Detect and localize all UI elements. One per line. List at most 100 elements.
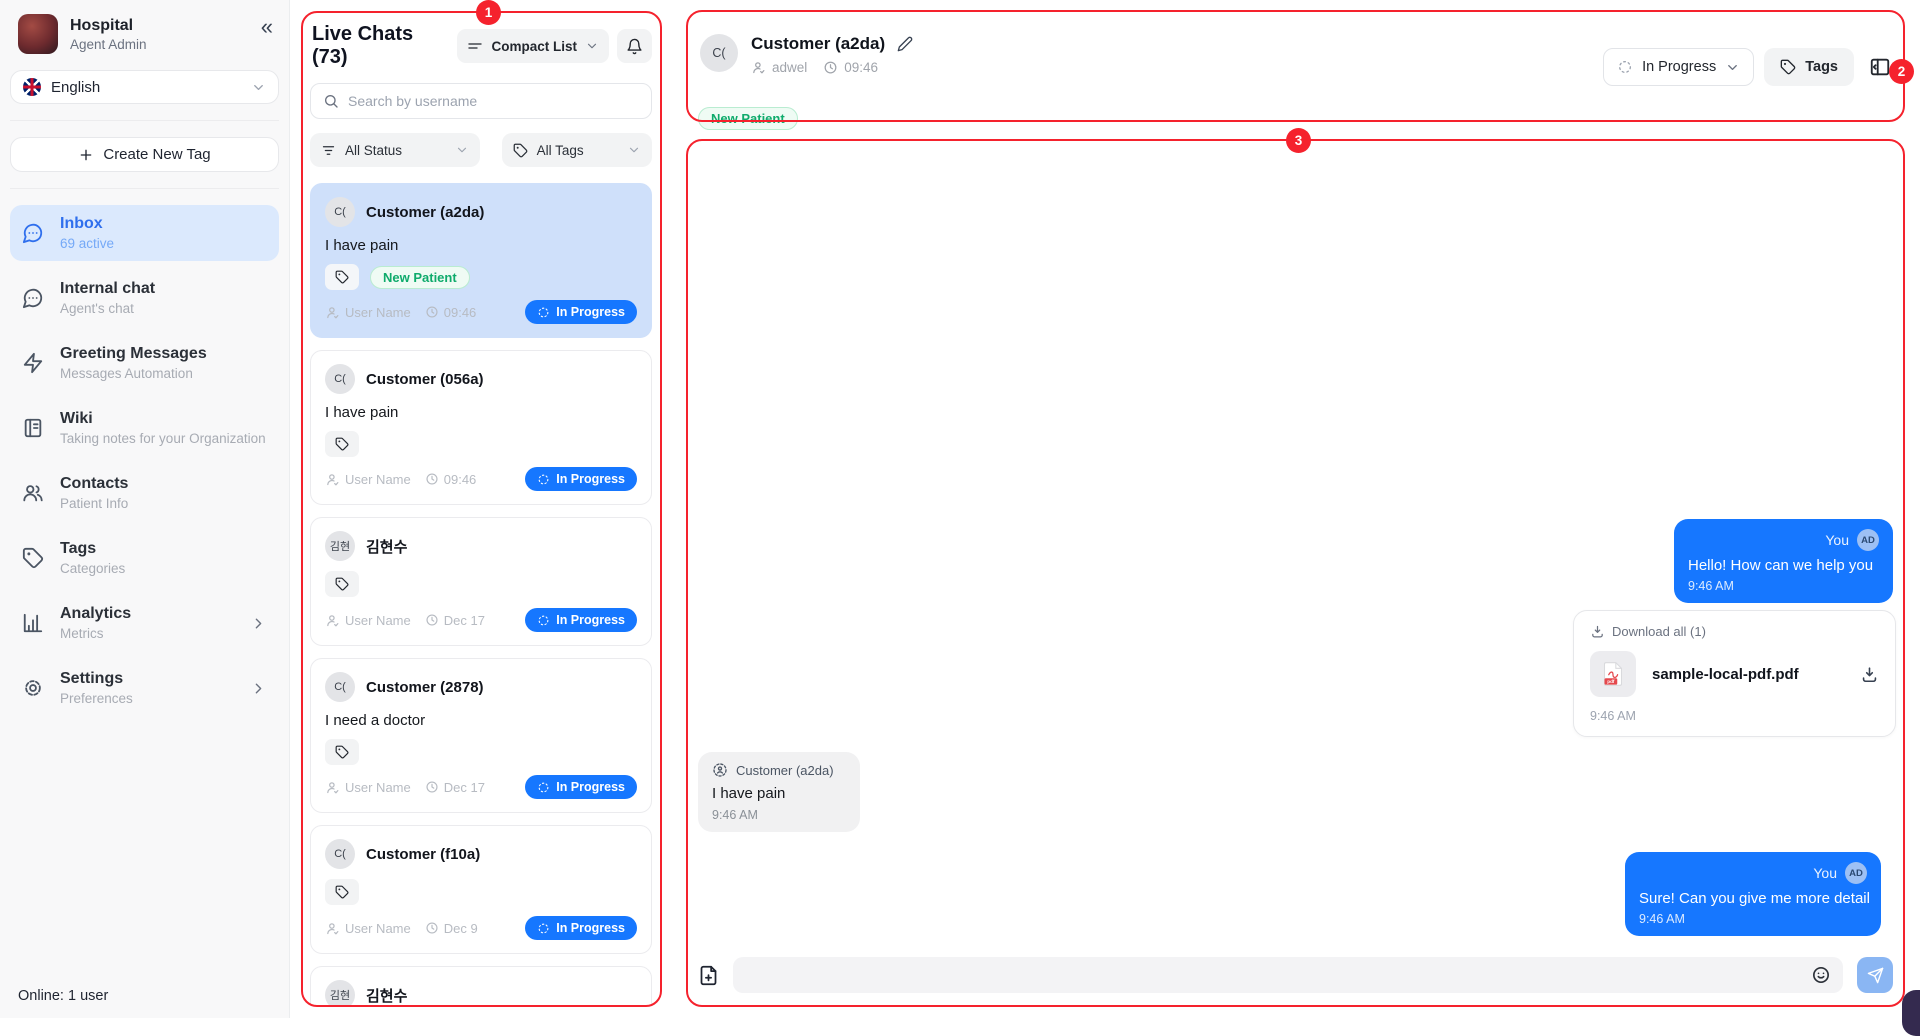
nav-label: Settings: [60, 670, 234, 688]
avatar: C(: [325, 672, 355, 702]
chat-card-name: 김현수: [366, 536, 407, 557]
chat-card[interactable]: C( Customer (2878) I need a doctor User …: [310, 658, 652, 813]
attach-file-button[interactable]: [698, 965, 719, 986]
bar-chart-icon: [22, 612, 44, 634]
message-time: 9:46 AM: [712, 808, 846, 822]
sidebar-item-wiki[interactable]: Wiki Taking notes for your Organization: [10, 400, 279, 456]
org-logo: [18, 14, 58, 54]
view-mode-label: Compact List: [491, 39, 577, 54]
agent-name: User Name: [345, 472, 411, 487]
chat-card-name: Customer (f10a): [366, 846, 480, 863]
chat-card-name: Customer (2878): [366, 679, 484, 696]
online-status: Online: 1 user: [18, 988, 108, 1004]
chat-widget-corner[interactable]: [1902, 990, 1920, 1036]
nav-label: Greeting Messages: [60, 345, 267, 363]
spinner-icon: [537, 922, 550, 935]
nav-sublabel: Metrics: [60, 626, 234, 641]
download-file-button[interactable]: [1860, 665, 1879, 684]
add-tag-button[interactable]: [325, 431, 359, 457]
agent-message: You AD Hello! How can we help you 9:46 A…: [1674, 519, 1893, 603]
clock-icon: [425, 305, 439, 319]
status-badge[interactable]: In Progress: [525, 775, 637, 799]
status-badge[interactable]: In Progress: [525, 300, 637, 324]
status-badge[interactable]: In Progress: [525, 467, 637, 491]
nav-label: Tags: [60, 540, 267, 558]
chat-card-preview: I need a doctor: [325, 712, 637, 729]
edit-pencil-icon[interactable]: [897, 36, 913, 52]
conversation-body: You AD Hello! How can we help you 9:46 A…: [686, 139, 1905, 1007]
message-input[interactable]: [745, 967, 1811, 983]
clock-icon: [425, 921, 439, 935]
message-sender: You: [1825, 532, 1849, 548]
create-new-tag-label: Create New Tag: [103, 146, 210, 163]
search-input[interactable]: [348, 93, 639, 109]
conversation-header: C( Customer (a2da) adwel 09:46 New Patie…: [686, 10, 1905, 122]
chat-bubble-icon: [22, 222, 44, 244]
tags-filter-dropdown[interactable]: All Tags: [502, 133, 652, 167]
chevron-down-icon: [455, 143, 469, 157]
status-badge[interactable]: In Progress: [525, 916, 637, 940]
pdf-badge-label: pdf: [1607, 679, 1615, 684]
tag-icon: [335, 745, 349, 759]
chat-card[interactable]: C( Customer (056a) I have pain User Name…: [310, 350, 652, 505]
sidebar-item-tags[interactable]: Tags Categories: [10, 530, 279, 586]
clock-icon: [425, 780, 439, 794]
filter-icon: [321, 143, 336, 158]
add-tag-button[interactable]: [325, 739, 359, 765]
sidebar-item-analytics[interactable]: Analytics Metrics: [10, 595, 279, 651]
agent-name: User Name: [345, 780, 411, 795]
sidebar-item-inbox[interactable]: Inbox 69 active: [10, 205, 279, 261]
send-button[interactable]: [1857, 957, 1893, 993]
chat-card-preview: I have pain: [325, 237, 637, 254]
nav-label: Internal chat: [60, 280, 267, 298]
chevron-down-icon: [1725, 60, 1740, 75]
sidebar-item-contacts[interactable]: Contacts Patient Info: [10, 465, 279, 521]
plus-icon: [78, 147, 94, 163]
emoji-picker-button[interactable]: [1811, 965, 1831, 985]
status-filter-dropdown[interactable]: All Status: [310, 133, 480, 167]
message-text: I have pain: [712, 785, 846, 802]
add-tag-button[interactable]: [325, 571, 359, 597]
chevron-down-icon: [585, 39, 599, 53]
download-all-link[interactable]: Download all (1): [1590, 624, 1879, 639]
chat-card-name: 김현수: [366, 985, 407, 1006]
chat-card[interactable]: 김현 김현수: [310, 966, 652, 1007]
tag-icon: [335, 885, 349, 899]
sidebar-item-settings[interactable]: Settings Preferences: [10, 660, 279, 716]
chat-card[interactable]: C( Customer (a2da) I have pain New Patie…: [310, 183, 652, 338]
sidebar-collapse-icon[interactable]: «: [261, 16, 273, 38]
status-badge[interactable]: In Progress: [525, 608, 637, 632]
add-tag-button[interactable]: [325, 264, 359, 290]
nav-sublabel: Messages Automation: [60, 366, 267, 381]
create-new-tag-button[interactable]: Create New Tag: [10, 137, 279, 172]
chevron-down-icon: [251, 80, 266, 95]
nav-sublabel: Categories: [60, 561, 267, 576]
language-select[interactable]: English: [10, 70, 279, 104]
notifications-button[interactable]: [617, 29, 652, 63]
status-dropdown[interactable]: In Progress: [1603, 48, 1754, 86]
chat-card[interactable]: 김현 김현수 User Name Dec 17 In Progress: [310, 517, 652, 646]
notebook-icon: [22, 417, 44, 439]
pdf-file-icon: pdf: [1590, 651, 1636, 697]
tag-icon: [513, 143, 528, 158]
toggle-side-panel-button[interactable]: [1869, 56, 1891, 78]
nav-sublabel: Agent's chat: [60, 301, 267, 316]
chat-card[interactable]: C( Customer (f10a) User Name Dec 9 In Pr…: [310, 825, 652, 954]
clock-icon: [425, 472, 439, 486]
sidebar-item-internal-chat[interactable]: Internal chat Agent's chat: [10, 270, 279, 326]
customer-avatar-icon: [712, 762, 728, 778]
smiley-icon: [1811, 965, 1831, 985]
avatar: C(: [325, 197, 355, 227]
conversation-time: 09:46: [844, 60, 878, 75]
view-mode-dropdown[interactable]: Compact List: [457, 29, 609, 63]
org-name: Hospital: [70, 17, 147, 35]
spinner-icon: [537, 473, 550, 486]
tag-badge: New Patient: [698, 107, 798, 130]
divider: [10, 188, 279, 189]
tags-button[interactable]: Tags: [1764, 48, 1854, 86]
sidebar-item-greeting-messages[interactable]: Greeting Messages Messages Automation: [10, 335, 279, 391]
message-time: 9:46 AM: [1590, 709, 1879, 723]
add-tag-button[interactable]: [325, 879, 359, 905]
message-time: 9:46 AM: [1688, 579, 1879, 593]
tags-button-label: Tags: [1805, 59, 1838, 75]
